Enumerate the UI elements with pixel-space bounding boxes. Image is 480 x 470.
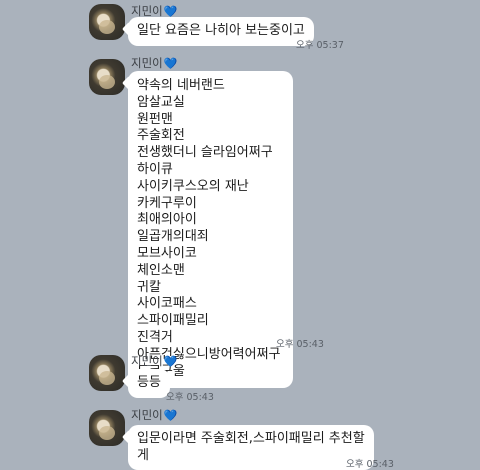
message-line: 귀칼 xyxy=(137,279,161,295)
blue-heart-icon: 💙 xyxy=(163,409,178,422)
message-line: 스파이패밀리 xyxy=(137,313,209,329)
message-line: 최애의아이 xyxy=(137,212,197,228)
message-line: 암살교실 xyxy=(137,94,185,110)
message-line: 일곱개의대죄 xyxy=(137,229,209,245)
message-text: 일단 요즘은 나히아 보는중이고 xyxy=(137,23,305,38)
message-line: 약속의 네버랜드 xyxy=(137,78,225,93)
message-time: 오후 05:37 xyxy=(296,40,344,51)
message-line: 체인소맨 xyxy=(137,262,185,278)
message-line: 사이코패스 xyxy=(137,296,197,312)
message-line: 모브사이코 xyxy=(137,245,197,261)
message-line: 하이큐 xyxy=(137,161,173,177)
message-line: 진격거 xyxy=(137,329,173,345)
message-bubble[interactable]: 일단 요즘은 나히아 보는중이고 xyxy=(128,17,314,46)
message-line: 입문이라면 주술회전,스파이패밀리 추천할 xyxy=(137,431,365,446)
message-line: 주술회전 xyxy=(137,128,185,144)
sender-name: 지민이💙 xyxy=(131,354,178,368)
avatar[interactable] xyxy=(89,4,125,40)
message-time: 오후 05:43 xyxy=(276,339,324,350)
blue-heart-icon: 💙 xyxy=(163,57,178,70)
message-time: 오후 05:43 xyxy=(346,459,394,470)
message-line: 전생했더니 슬라임어쩌구 xyxy=(137,145,273,161)
message-bubble[interactable]: 등등 xyxy=(128,369,170,398)
message-line: 카케구루이 xyxy=(137,195,197,211)
message-bubble[interactable]: 약속의 네버랜드 암살교실 원펀맨 주술회전 전생했더니 슬라임어쩌구 하이큐 … xyxy=(128,71,293,389)
blue-heart-icon: 💙 xyxy=(163,355,178,368)
avatar[interactable] xyxy=(89,410,125,446)
message-line: 원펀맨 xyxy=(137,111,173,127)
message-text: 등등 xyxy=(137,375,161,390)
message-bubble[interactable]: 입문이라면 주술회전,스파이패밀리 추천할 게 xyxy=(128,425,374,470)
avatar[interactable] xyxy=(89,59,125,95)
message-line: 사이키쿠스오의 재난 xyxy=(137,178,249,194)
sender-name: 지민이💙 xyxy=(131,408,178,422)
message-time: 오후 05:43 xyxy=(166,392,214,403)
avatar[interactable] xyxy=(89,355,125,391)
message-line: 게 xyxy=(137,447,149,463)
sender-name: 지민이💙 xyxy=(131,56,178,70)
